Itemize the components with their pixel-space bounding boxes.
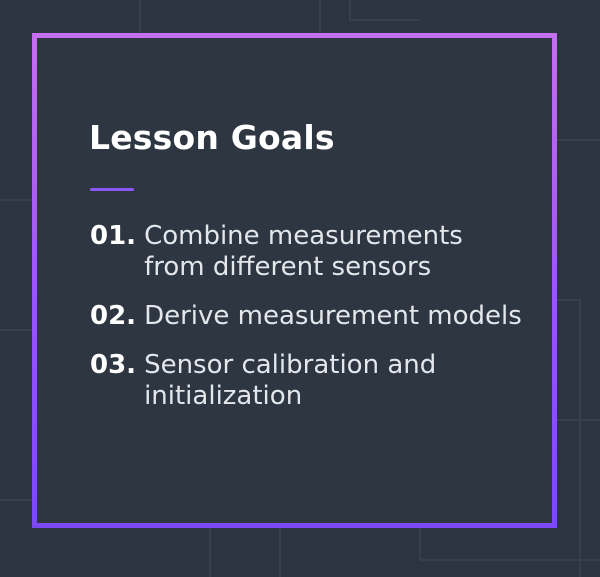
goal-text: Sensor calibration and initialization [144,350,436,412]
goals-card-frame: Lesson Goals 01. Combine measurements fr… [32,33,557,528]
goals-card: Lesson Goals 01. Combine measurements fr… [37,38,552,523]
slide-title: Lesson Goals [89,118,335,157]
goal-text-line: Derive measurement models [144,301,522,331]
goal-text-line: initialization [144,381,303,411]
goals-list: 01. Combine measurements from different … [90,221,532,430]
goal-item-3: 03. Sensor calibration and initializatio… [90,350,532,412]
goal-number: 02. [90,301,137,331]
title-underline-accent [90,188,134,191]
goal-number: 03. [90,350,137,380]
goal-item-1: 01. Combine measurements from different … [90,221,532,283]
goal-text: Derive measurement models [144,301,522,332]
goal-text: Combine measurements from different sens… [144,221,463,283]
goal-text-line: Combine measurements [144,221,463,251]
goal-text-line: from different sensors [144,252,432,282]
goal-number: 01. [90,221,137,251]
goal-item-2: 02. Derive measurement models [90,301,532,332]
goal-text-line: Sensor calibration and [144,350,437,380]
